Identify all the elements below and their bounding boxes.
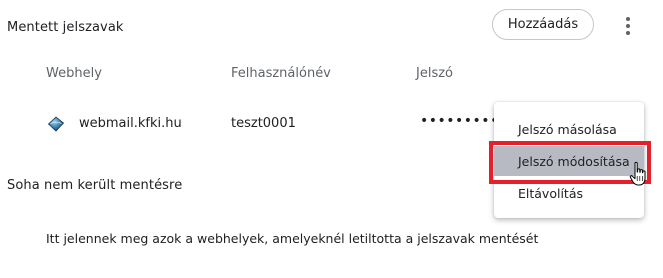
globe-favicon-icon [47,116,65,132]
more-vert-icon[interactable] [618,14,638,38]
site-link[interactable]: webmail.kfki.hu [79,116,182,131]
kebab-dot [626,31,630,35]
kebab-dot [626,17,630,21]
menu-item-remove[interactable]: Eltávolítás [494,178,644,208]
column-header-site: Webhely [46,66,102,81]
menu-item-copy-password[interactable]: Jelszó másolása [494,114,644,144]
menu-item-edit-password[interactable]: Jelszó módosítása [494,146,644,176]
saved-passwords-title: Mentett jelszavak [7,20,124,35]
column-header-username: Felhasználónév [231,66,331,81]
never-saved-title: Soha nem került mentésre [7,178,183,193]
kebab-dot [626,24,630,28]
never-saved-description: Itt jelennek meg azok a webhelyek, amely… [46,231,539,246]
username-value: teszt0001 [231,116,296,131]
column-header-password: Jelszó [416,66,453,81]
add-password-button[interactable]: Hozzáadás [492,9,594,40]
password-context-menu: Jelszó másolása Jelszó módosítása Eltávo… [494,102,644,218]
